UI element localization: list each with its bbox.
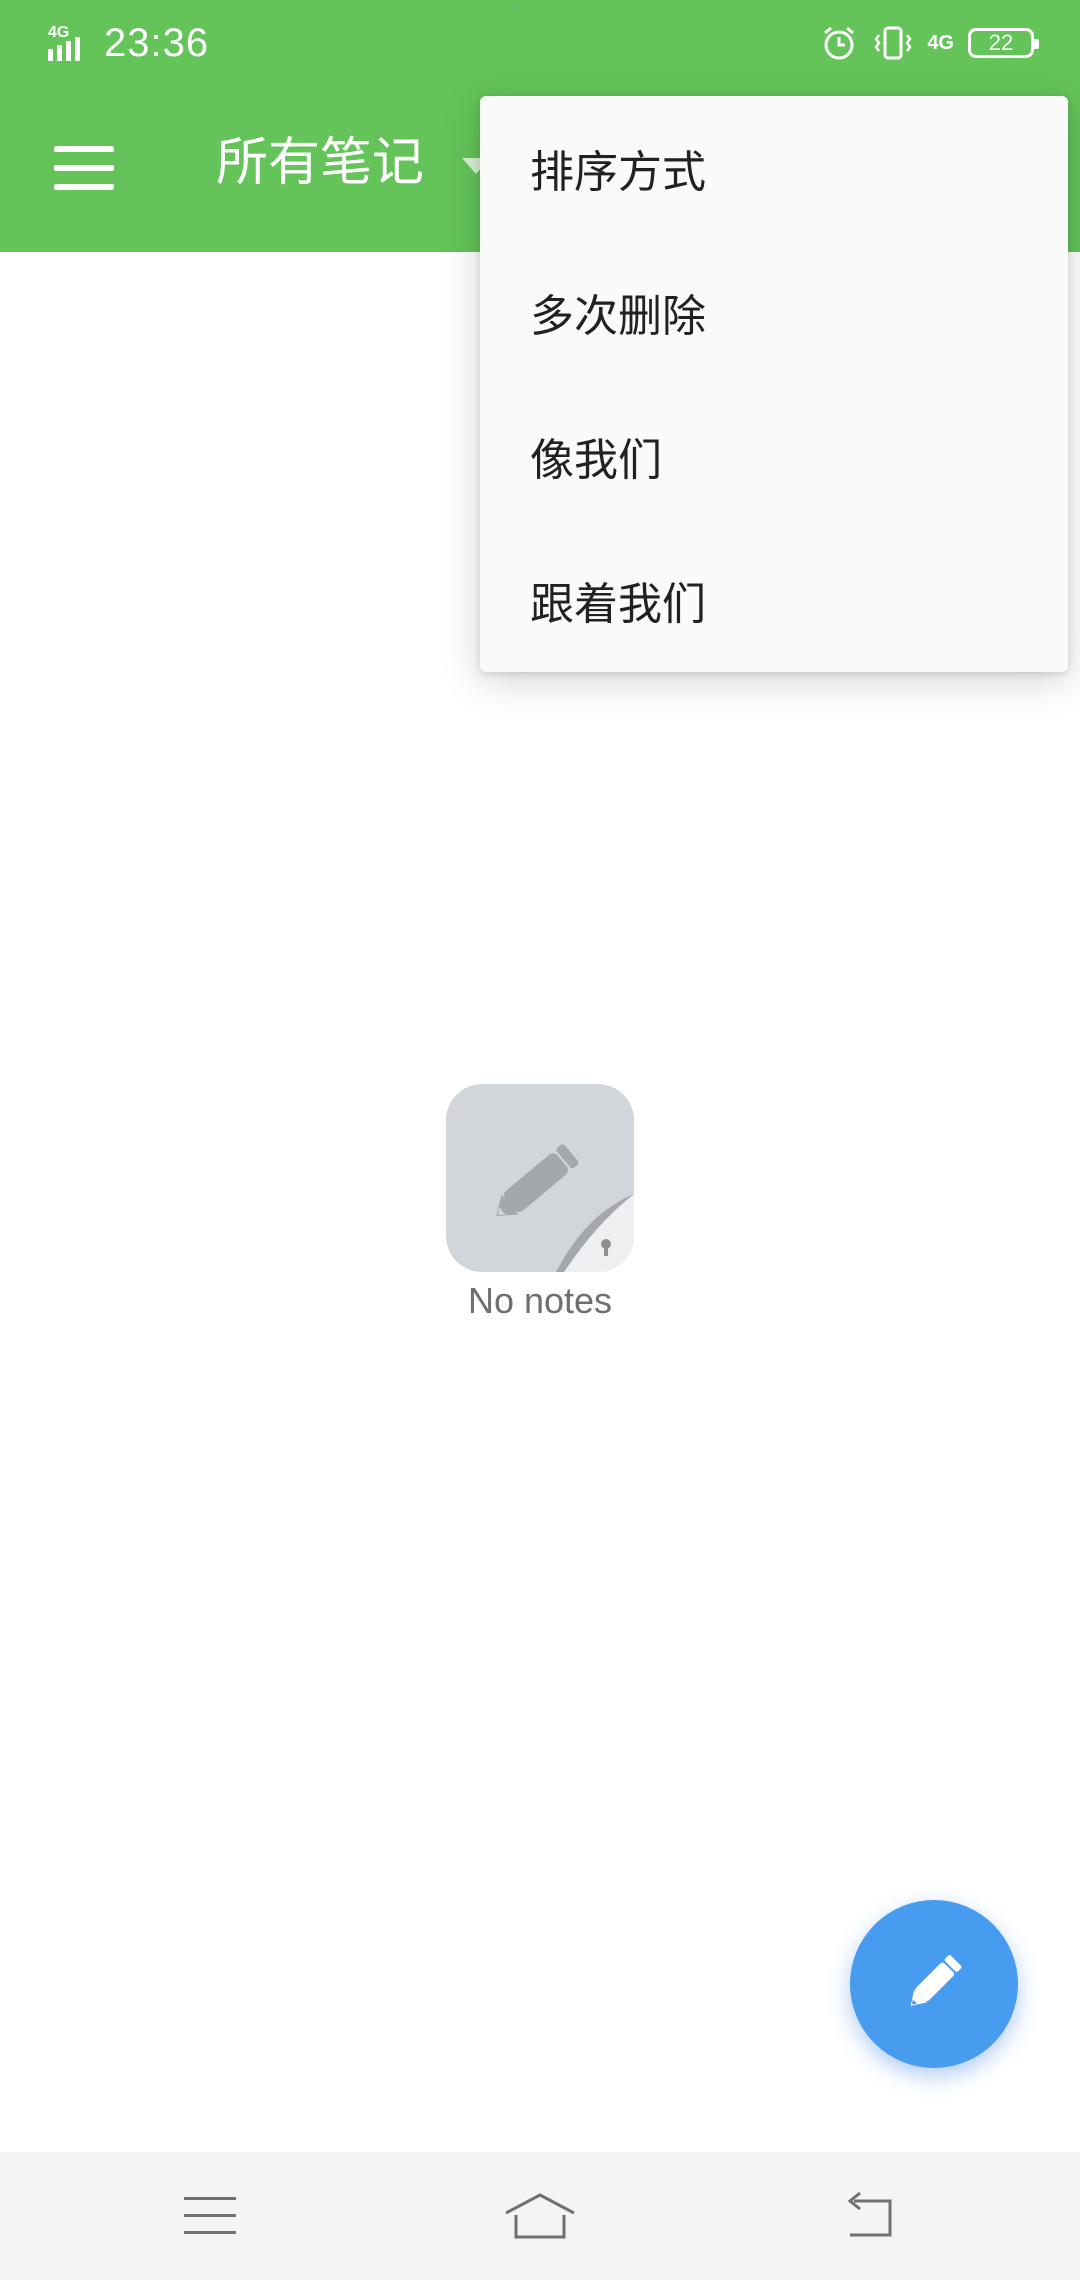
pencil-icon [910,1955,962,2006]
nav-home-button[interactable] [440,2152,640,2280]
menu-item-label: 跟着我们 [530,579,706,630]
add-note-button[interactable] [850,1900,1018,2068]
alarm-icon [824,26,855,60]
navigation-bar [0,2152,1080,2280]
note-pencil-icon [446,1084,634,1272]
nav-menu-button[interactable] [110,2152,310,2280]
svg-text:4G: 4G [48,24,69,41]
back-icon [847,2191,892,2237]
menu-item-sort[interactable]: 排序方式 [480,96,1068,240]
menu-item-multi-delete[interactable]: 多次删除 [480,240,1068,384]
status-notice: · [510,0,514,14]
menu-item-label: 像我们 [530,435,662,486]
empty-state-text: No notes [467,1280,613,1321]
menu-item-label: 多次删除 [530,291,706,342]
home-icon [505,2193,575,2239]
status-bar: 4G 23:36 · 4G 22 [0,0,1080,86]
battery-icon: 22 [968,28,1039,58]
menu-icon [184,2197,236,2234]
network-type: 4G [927,31,954,54]
nav-back-button[interactable] [770,2152,970,2280]
signal-icon: 4G [48,24,80,61]
page-title[interactable]: 所有笔记 [216,128,424,198]
status-time: 23:36 [104,20,210,65]
vibrate-icon [874,26,912,60]
battery-level: 22 [988,30,1014,55]
menu-item-like-us[interactable]: 像我们 [480,384,1068,528]
status-right: 4G 22 [819,18,1039,68]
overflow-menu: 排序方式 多次删除 像我们 跟着我们 [480,96,1068,672]
menu-item-follow-us[interactable]: 跟着我们 [480,528,1068,672]
menu-item-label: 排序方式 [530,147,706,198]
status-left: 4G 23:36 [46,18,209,68]
hamburger-menu-icon[interactable] [54,146,114,190]
